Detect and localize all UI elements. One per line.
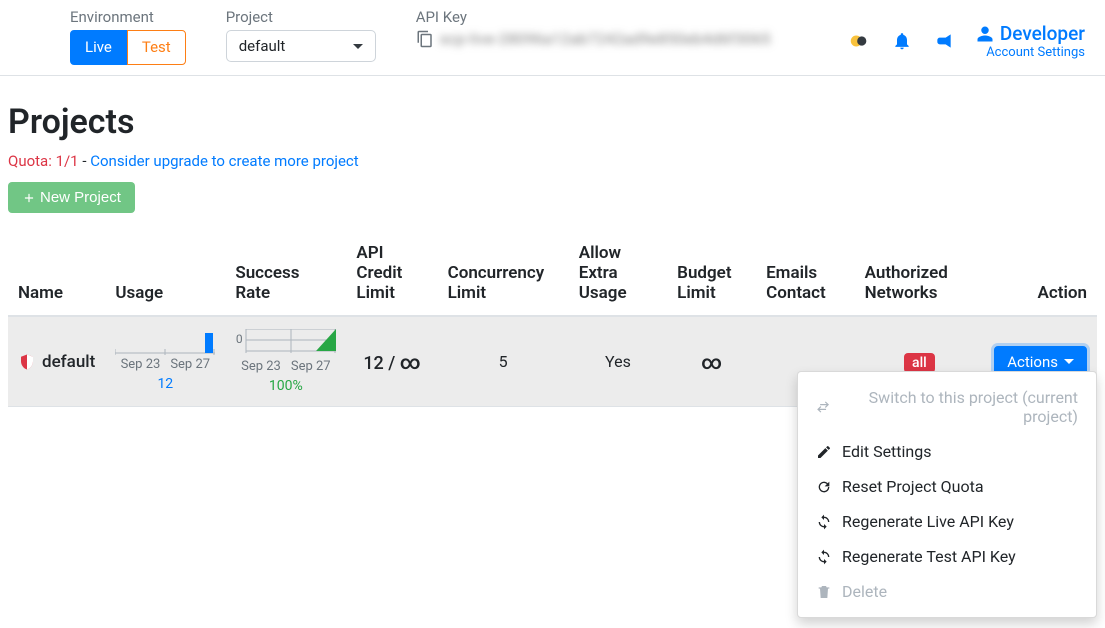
copy-icon[interactable] (416, 30, 434, 48)
user-icon (976, 25, 994, 43)
user-block[interactable]: Developer Account Settings (976, 22, 1085, 60)
chevron-down-icon (1064, 359, 1074, 364)
success-cell: 0 Sep 23 (235, 329, 336, 394)
apikey-row: scp-live-28096a12ab7242ad9e850eb4d6f3065 (416, 30, 771, 48)
apikey-group: API Key scp-live-28096a12ab7242ad9e850eb… (416, 8, 771, 48)
environment-label: Environment (70, 8, 186, 26)
project-selected-value: default (239, 37, 286, 55)
networks-badge: all (904, 353, 935, 373)
refresh-icon (816, 479, 832, 495)
env-test-button[interactable]: Test (127, 30, 186, 65)
apikey-value: scp-live-28096a12ab7242ad9e850eb4d6f3065 (440, 30, 771, 48)
usage-sparkline (115, 331, 215, 355)
quota-sep: - (79, 152, 91, 170)
col-api-limit: API Credit Limit (346, 231, 437, 316)
api-limit-used: 12 (363, 353, 383, 374)
col-success-rate: Success Rate (225, 231, 346, 316)
new-project-button[interactable]: New Project (8, 182, 135, 213)
new-project-label: New Project (40, 189, 121, 206)
success-zero-label: 0 (236, 332, 243, 346)
env-live-button[interactable]: Live (70, 30, 127, 65)
usage-value: 12 (157, 376, 173, 392)
topbar: Environment Live Test Project default AP… (0, 0, 1105, 76)
table-row: default Sep 23 Sep (8, 316, 1097, 407)
concurrency-value: 5 (499, 352, 508, 371)
col-name: Name (8, 231, 105, 316)
usage-date-start: Sep 23 (121, 357, 161, 372)
env-button-group: Live Test (70, 30, 186, 65)
project-name: default (42, 352, 95, 372)
pencil-icon (816, 444, 832, 460)
project-label: Project (226, 8, 376, 26)
allow-extra-value: Yes (605, 352, 631, 371)
menu-delete: Delete (798, 574, 1096, 609)
success-date-end: Sep 27 (291, 359, 331, 374)
trash-icon (816, 584, 832, 600)
swap-icon (816, 399, 830, 415)
col-action: Action (984, 231, 1097, 316)
project-group: Project default (226, 8, 376, 62)
api-limit-sep: / (384, 353, 400, 374)
upgrade-link[interactable]: Consider upgrade to create more project (90, 152, 358, 170)
env-group: Environment Live Test (70, 8, 186, 65)
actions-label: Actions (1007, 353, 1058, 371)
col-emails: Emails Contact (756, 231, 854, 316)
sync-icon (816, 514, 832, 530)
usage-date-end: Sep 27 (170, 357, 210, 372)
megaphone-icon[interactable] (934, 31, 954, 51)
sync-icon (816, 549, 832, 565)
chevron-down-icon (353, 44, 363, 49)
quota-value: Quota: 1/1 (8, 152, 79, 170)
page-content: Projects Quota: 1/1 - Consider upgrade t… (0, 76, 1105, 427)
menu-switch-project: Switch to this project (current project) (798, 380, 1096, 434)
quota-line: Quota: 1/1 - Consider upgrade to create … (8, 152, 1097, 170)
budget-limit-value: ∞ (701, 350, 722, 374)
success-date-start: Sep 23 (241, 359, 281, 374)
col-networks: Authorized Networks (855, 231, 985, 316)
project-select[interactable]: default (226, 30, 376, 62)
menu-regen-test[interactable]: Regenerate Test API Key (798, 539, 1096, 574)
menu-reset-quota[interactable]: Reset Project Quota (798, 469, 1096, 504)
success-sparkline (236, 329, 336, 353)
menu-regen-live[interactable]: Regenerate Live API Key (798, 504, 1096, 539)
actions-dropdown: Switch to this project (current project)… (797, 371, 1097, 618)
col-extra-usage: Allow Extra Usage (569, 231, 667, 316)
bell-icon[interactable] (892, 31, 912, 51)
top-right: Developer Account Settings (848, 8, 1085, 60)
shield-icon (18, 353, 36, 371)
plus-icon (22, 191, 36, 205)
user-name: Developer (1000, 22, 1085, 45)
account-settings-link[interactable]: Account Settings (976, 45, 1085, 60)
api-limit-total: ∞ (400, 350, 421, 374)
menu-edit-settings[interactable]: Edit Settings (798, 434, 1096, 469)
theme-toggle-icon[interactable] (848, 30, 870, 52)
page-title: Projects (8, 102, 1097, 142)
col-usage: Usage (105, 231, 225, 316)
usage-cell: Sep 23 Sep 27 12 (115, 331, 215, 392)
col-concurrency: Concurrency Limit (438, 231, 569, 316)
projects-table: Name Usage Success Rate API Credit Limit… (8, 231, 1097, 407)
apikey-label: API Key (416, 8, 771, 26)
col-budget: Budget Limit (667, 231, 756, 316)
success-value: 100% (269, 378, 303, 394)
